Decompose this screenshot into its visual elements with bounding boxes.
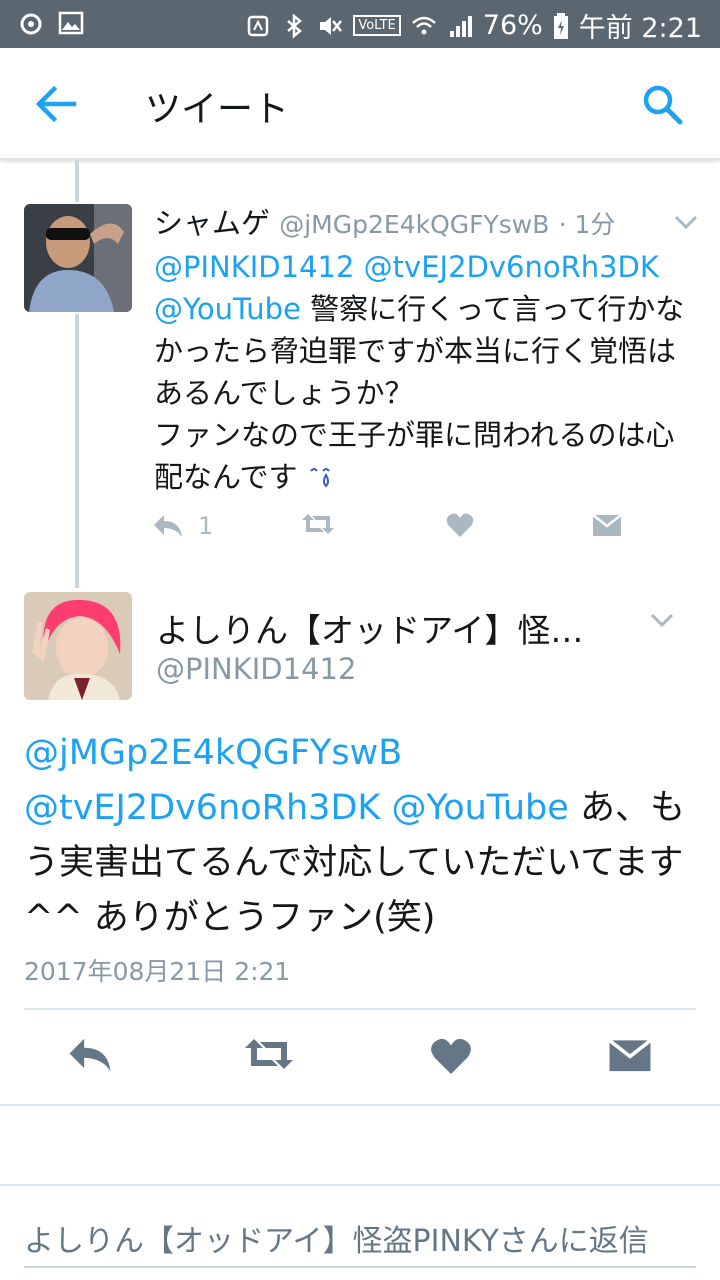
chevron-down-icon[interactable] [648, 610, 676, 630]
avatar-photo [24, 204, 132, 312]
app-header: ツイート [0, 48, 720, 160]
page-title: ツイート [145, 89, 290, 130]
signal-icon [449, 15, 472, 37]
author-name[interactable]: シャムゲ [154, 206, 270, 240]
envelope-icon [608, 1038, 652, 1072]
heart-icon [431, 1038, 471, 1074]
tweet-timestamp[interactable]: 2017年08月21日 2:21 [24, 952, 290, 988]
notification-app-icon [20, 13, 42, 35]
reply-count: 1 [198, 512, 214, 540]
retweet-button[interactable] [300, 512, 336, 536]
mention-link[interactable]: @tvEJ2Dv6noRh3DK [24, 788, 380, 828]
nfc-icon [248, 15, 269, 36]
thread-connector-top [75, 160, 79, 202]
image-notification-icon [58, 11, 84, 35]
tweet-actions: 1 [152, 512, 632, 552]
battery-charging-icon [553, 12, 568, 39]
reply-icon [69, 1038, 111, 1072]
volte-badge: VoLTE [353, 15, 401, 36]
reply-composer[interactable]: よしりん【オッドアイ】怪盗PINKYさんに返信 [0, 1186, 720, 1280]
retweet-icon [245, 1039, 293, 1069]
author-name[interactable]: よしりん【オッドアイ】怪… [156, 604, 583, 652]
search-icon[interactable] [640, 82, 684, 126]
heart-icon [446, 513, 474, 537]
tweet-text: @PINKID1412 @tvEJ2Dv6noRh3DK @YouTube 警察… [154, 246, 694, 498]
back-arrow-icon[interactable] [34, 84, 78, 124]
reply-button[interactable]: 1 [152, 512, 213, 540]
tweet-body-text-2: ファンなので王子が罪に問われるのは心配なんです [154, 418, 675, 494]
wifi-icon [411, 16, 436, 34]
avatar[interactable] [24, 592, 132, 700]
envelope-icon [592, 514, 622, 536]
author-handle[interactable]: @jMGp2E4kQGFYswB [279, 210, 549, 239]
mention-link[interactable]: @tvEJ2Dv6noRh3DK [364, 250, 659, 284]
tweet-text: @jMGp2E4kQGFYswB @tvEJ2Dv6noRh3DK @YouTu… [24, 726, 704, 946]
author-handle[interactable]: @PINKID1412 [156, 652, 356, 686]
avatar-photo [24, 592, 132, 700]
status-bar: VoLTE 76% 午前 2:21 [0, 0, 720, 48]
reply-input[interactable]: よしりん【オッドアイ】怪盗PINKYさんに返信 [24, 1216, 649, 1260]
tweet-actions [0, 1012, 720, 1104]
retweet-icon [302, 514, 334, 534]
crying-emoji-icon [309, 468, 330, 488]
tweet-age: · 1分 [558, 210, 616, 239]
reply-button[interactable] [66, 1036, 114, 1078]
mention-link[interactable]: @PINKID1412 [154, 250, 354, 284]
dm-button[interactable] [592, 512, 622, 538]
mute-icon [320, 16, 343, 35]
like-button[interactable] [446, 512, 474, 538]
clock: 午前 2:21 [578, 13, 702, 44]
mention-link[interactable]: @YouTube [391, 788, 568, 828]
like-button[interactable] [430, 1036, 472, 1080]
retweet-button[interactable] [242, 1036, 296, 1076]
spacer [0, 1106, 720, 1186]
bluetooth-icon [287, 12, 303, 39]
avatar[interactable] [24, 204, 132, 312]
battery-percent: 76% [482, 10, 543, 41]
dm-button[interactable] [608, 1036, 652, 1078]
mention-link[interactable]: @jMGp2E4kQGFYswB [24, 733, 402, 773]
chevron-down-icon[interactable] [672, 212, 700, 232]
divider [24, 1008, 696, 1010]
reply-underline [24, 1266, 696, 1268]
reply-icon [154, 515, 182, 537]
mention-link[interactable]: @YouTube [154, 292, 301, 326]
tweet-author-line: シャムゲ @jMGp2E4kQGFYswB · 1分 [154, 200, 615, 242]
thread-connector [75, 314, 79, 588]
